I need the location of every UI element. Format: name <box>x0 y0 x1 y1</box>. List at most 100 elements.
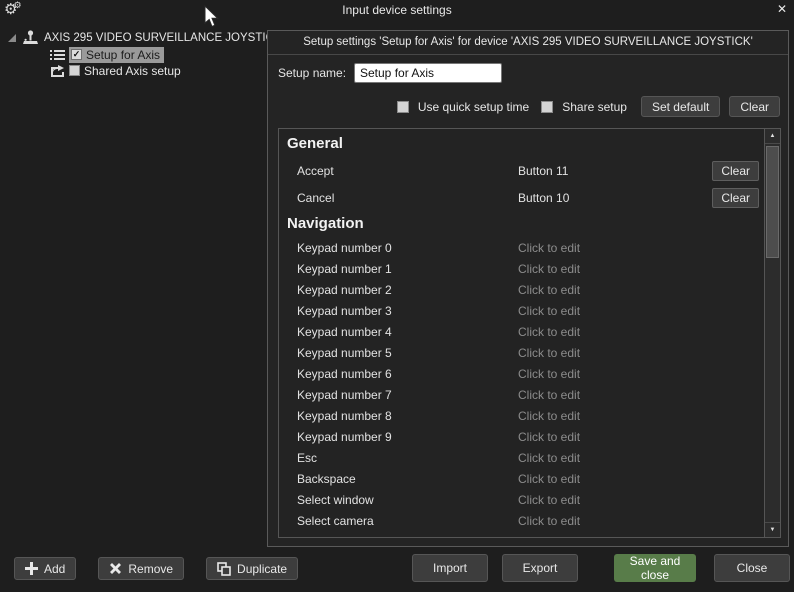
tree-item-shared-setup[interactable]: Shared Axis setup <box>0 63 264 78</box>
binding-value[interactable]: Click to edit <box>518 304 764 318</box>
binding-value[interactable]: Click to edit <box>518 325 764 339</box>
titlebar: ⚙⚙ Input device settings ✕ <box>0 0 794 20</box>
use-quick-setup-checkbox[interactable] <box>397 101 409 113</box>
setup-list-icon <box>50 49 65 61</box>
device-tree: AXIS 295 VIDEO SURVEILLANCE JOYSTICK ✓ S… <box>0 29 264 78</box>
save-and-close-button[interactable]: Save and close <box>614 554 696 582</box>
binding-value[interactable]: Button 10 <box>518 191 712 205</box>
binding-row: Keypad number 6Click to edit <box>279 363 764 384</box>
scrollbar-thumb[interactable] <box>766 146 779 258</box>
footer-right: Import Export Save and close Close <box>412 554 790 582</box>
share-setup-checkbox[interactable] <box>541 101 553 113</box>
section-header: General <box>279 131 764 157</box>
binding-row: Select windowClick to edit <box>279 489 764 510</box>
set-default-button[interactable]: Set default <box>641 96 720 117</box>
binding-label: Keypad number 1 <box>279 262 518 276</box>
setup-name-row: Setup name: <box>278 63 788 83</box>
tree-item-label: Shared Axis setup <box>84 64 181 78</box>
binding-label: Keypad number 2 <box>279 283 518 297</box>
binding-value[interactable]: Click to edit <box>518 514 764 528</box>
joystick-icon <box>22 30 39 46</box>
share-setup-label: Share setup <box>562 100 627 114</box>
binding-row: CancelButton 10Clear <box>279 184 764 211</box>
panel-header: Setup settings 'Setup for Axis' for devi… <box>268 31 788 55</box>
binding-row: EscClick to edit <box>279 447 764 468</box>
binding-value[interactable]: Click to edit <box>518 493 764 507</box>
binding-value[interactable]: Click to edit <box>518 241 764 255</box>
binding-row: Keypad number 4Click to edit <box>279 321 764 342</box>
binding-value[interactable]: Click to edit <box>518 472 764 486</box>
tree-item-device[interactable]: AXIS 295 VIDEO SURVEILLANCE JOYSTICK <box>0 29 264 46</box>
scrollbar[interactable]: ▲ ▼ <box>764 129 780 537</box>
binding-value[interactable]: Click to edit <box>518 430 764 444</box>
binding-value[interactable]: Click to edit <box>518 388 764 402</box>
binding-label: Keypad number 8 <box>279 409 518 423</box>
binding-value[interactable]: Click to edit <box>518 409 764 423</box>
share-icon <box>50 64 65 77</box>
binding-label: Accept <box>279 164 518 178</box>
footer-left: Add Remove Duplicate <box>14 557 298 580</box>
setup-settings-panel: Setup settings 'Setup for Axis' for devi… <box>267 30 789 547</box>
tree-item-setup-selection[interactable]: ✓ Setup for Axis <box>69 47 164 63</box>
plus-icon <box>25 562 38 575</box>
binding-row: Keypad number 5Click to edit <box>279 342 764 363</box>
close-button[interactable]: Close <box>714 554 790 582</box>
binding-value[interactable]: Click to edit <box>518 283 764 297</box>
add-button[interactable]: Add <box>14 557 76 580</box>
tree-root-label: AXIS 295 VIDEO SURVEILLANCE JOYSTICK <box>44 32 282 44</box>
binding-label: Keypad number 9 <box>279 430 518 444</box>
duplicate-button[interactable]: Duplicate <box>206 557 298 580</box>
section-header: Navigation <box>279 211 764 237</box>
clear-binding-button[interactable]: Clear <box>712 188 759 208</box>
bindings-list: GeneralAcceptButton 11ClearCancelButton … <box>278 128 781 538</box>
copy-icon <box>217 562 231 576</box>
binding-label: Select window <box>279 493 518 507</box>
binding-label: Keypad number 0 <box>279 241 518 255</box>
binding-label: Backspace <box>279 472 518 486</box>
binding-label: Keypad number 5 <box>279 346 518 360</box>
shared-setup-checkbox[interactable] <box>69 65 80 76</box>
setup-name-input[interactable] <box>354 63 502 83</box>
binding-row: Keypad number 1Click to edit <box>279 258 764 279</box>
binding-value[interactable]: Click to edit <box>518 262 764 276</box>
x-icon <box>109 562 122 575</box>
binding-label: Keypad number 3 <box>279 304 518 318</box>
binding-row: Keypad number 0Click to edit <box>279 237 764 258</box>
binding-value[interactable]: Button 11 <box>518 164 712 178</box>
import-button[interactable]: Import <box>412 554 488 582</box>
binding-label: Keypad number 4 <box>279 325 518 339</box>
scroll-up-button[interactable]: ▲ <box>765 129 780 144</box>
clear-binding-button[interactable]: Clear <box>712 161 759 181</box>
tree-item-setup[interactable]: ✓ Setup for Axis <box>0 47 264 62</box>
binding-label: Keypad number 7 <box>279 388 518 402</box>
bindings-list-content: GeneralAcceptButton 11ClearCancelButton … <box>279 129 764 537</box>
binding-row: Keypad number 2Click to edit <box>279 279 764 300</box>
binding-row: Keypad number 9Click to edit <box>279 426 764 447</box>
binding-label: Esc <box>279 451 518 465</box>
binding-value[interactable]: Click to edit <box>518 346 764 360</box>
binding-value[interactable]: Click to edit <box>518 451 764 465</box>
binding-row: AcceptButton 11Clear <box>279 157 764 184</box>
remove-button[interactable]: Remove <box>98 557 184 580</box>
setup-checkbox[interactable]: ✓ <box>71 49 82 60</box>
binding-label: Keypad number 6 <box>279 367 518 381</box>
export-button[interactable]: Export <box>502 554 578 582</box>
use-quick-setup-label: Use quick setup time <box>418 100 529 114</box>
expander-icon[interactable] <box>7 33 17 43</box>
setup-options-row: Use quick setup time Share setup Set def… <box>268 96 780 117</box>
scroll-down-button[interactable]: ▼ <box>765 522 780 537</box>
binding-row: Keypad number 7Click to edit <box>279 384 764 405</box>
binding-value[interactable]: Click to edit <box>518 367 764 381</box>
binding-row: Keypad number 8Click to edit <box>279 405 764 426</box>
window-title: Input device settings <box>0 3 794 17</box>
close-icon[interactable]: ✕ <box>777 2 787 16</box>
binding-row: Select cameraClick to edit <box>279 510 764 531</box>
tree-item-label: Setup for Axis <box>86 48 160 62</box>
binding-row: BackspaceClick to edit <box>279 468 764 489</box>
binding-label: Cancel <box>279 191 518 205</box>
mouse-cursor-icon <box>203 5 219 28</box>
clear-setup-button[interactable]: Clear <box>729 96 780 117</box>
binding-label: Select camera <box>279 514 518 528</box>
binding-row: Keypad number 3Click to edit <box>279 300 764 321</box>
setup-name-label: Setup name: <box>278 66 348 80</box>
